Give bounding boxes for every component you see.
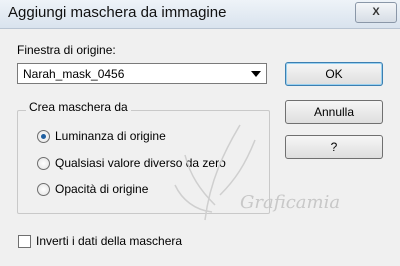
cancel-button[interactable]: Annulla	[285, 100, 383, 124]
invert-mask-checkbox[interactable]	[18, 235, 31, 248]
dropdown-arrow-icon[interactable]	[251, 71, 261, 77]
source-window-dropdown[interactable]: Narah_mask_0456	[17, 63, 267, 84]
invert-mask-label[interactable]: Inverti i dati della maschera	[36, 234, 182, 248]
source-window-value: Narah_mask_0456	[23, 67, 125, 81]
radio-any-nonzero-label[interactable]: Qualsiasi valore diverso da zero	[55, 156, 226, 170]
help-button[interactable]: ?	[285, 135, 383, 159]
radio-source-opacity-label[interactable]: Opacità di origine	[55, 182, 148, 196]
close-button[interactable]: X	[355, 2, 397, 23]
mask-source-group-title: Crea maschera da	[26, 100, 131, 114]
radio-any-nonzero[interactable]	[37, 157, 50, 170]
title-bar: Aggiungi maschera da immagine X	[0, 0, 400, 29]
source-window-label: Finestra di origine:	[17, 43, 116, 57]
radio-source-opacity[interactable]	[37, 183, 50, 196]
radio-source-luminance-label[interactable]: Luminanza di origine	[55, 129, 166, 143]
radio-source-luminance[interactable]	[37, 130, 50, 143]
window-title: Aggiungi maschera da immagine	[8, 4, 227, 21]
ok-button[interactable]: OK	[285, 62, 383, 86]
